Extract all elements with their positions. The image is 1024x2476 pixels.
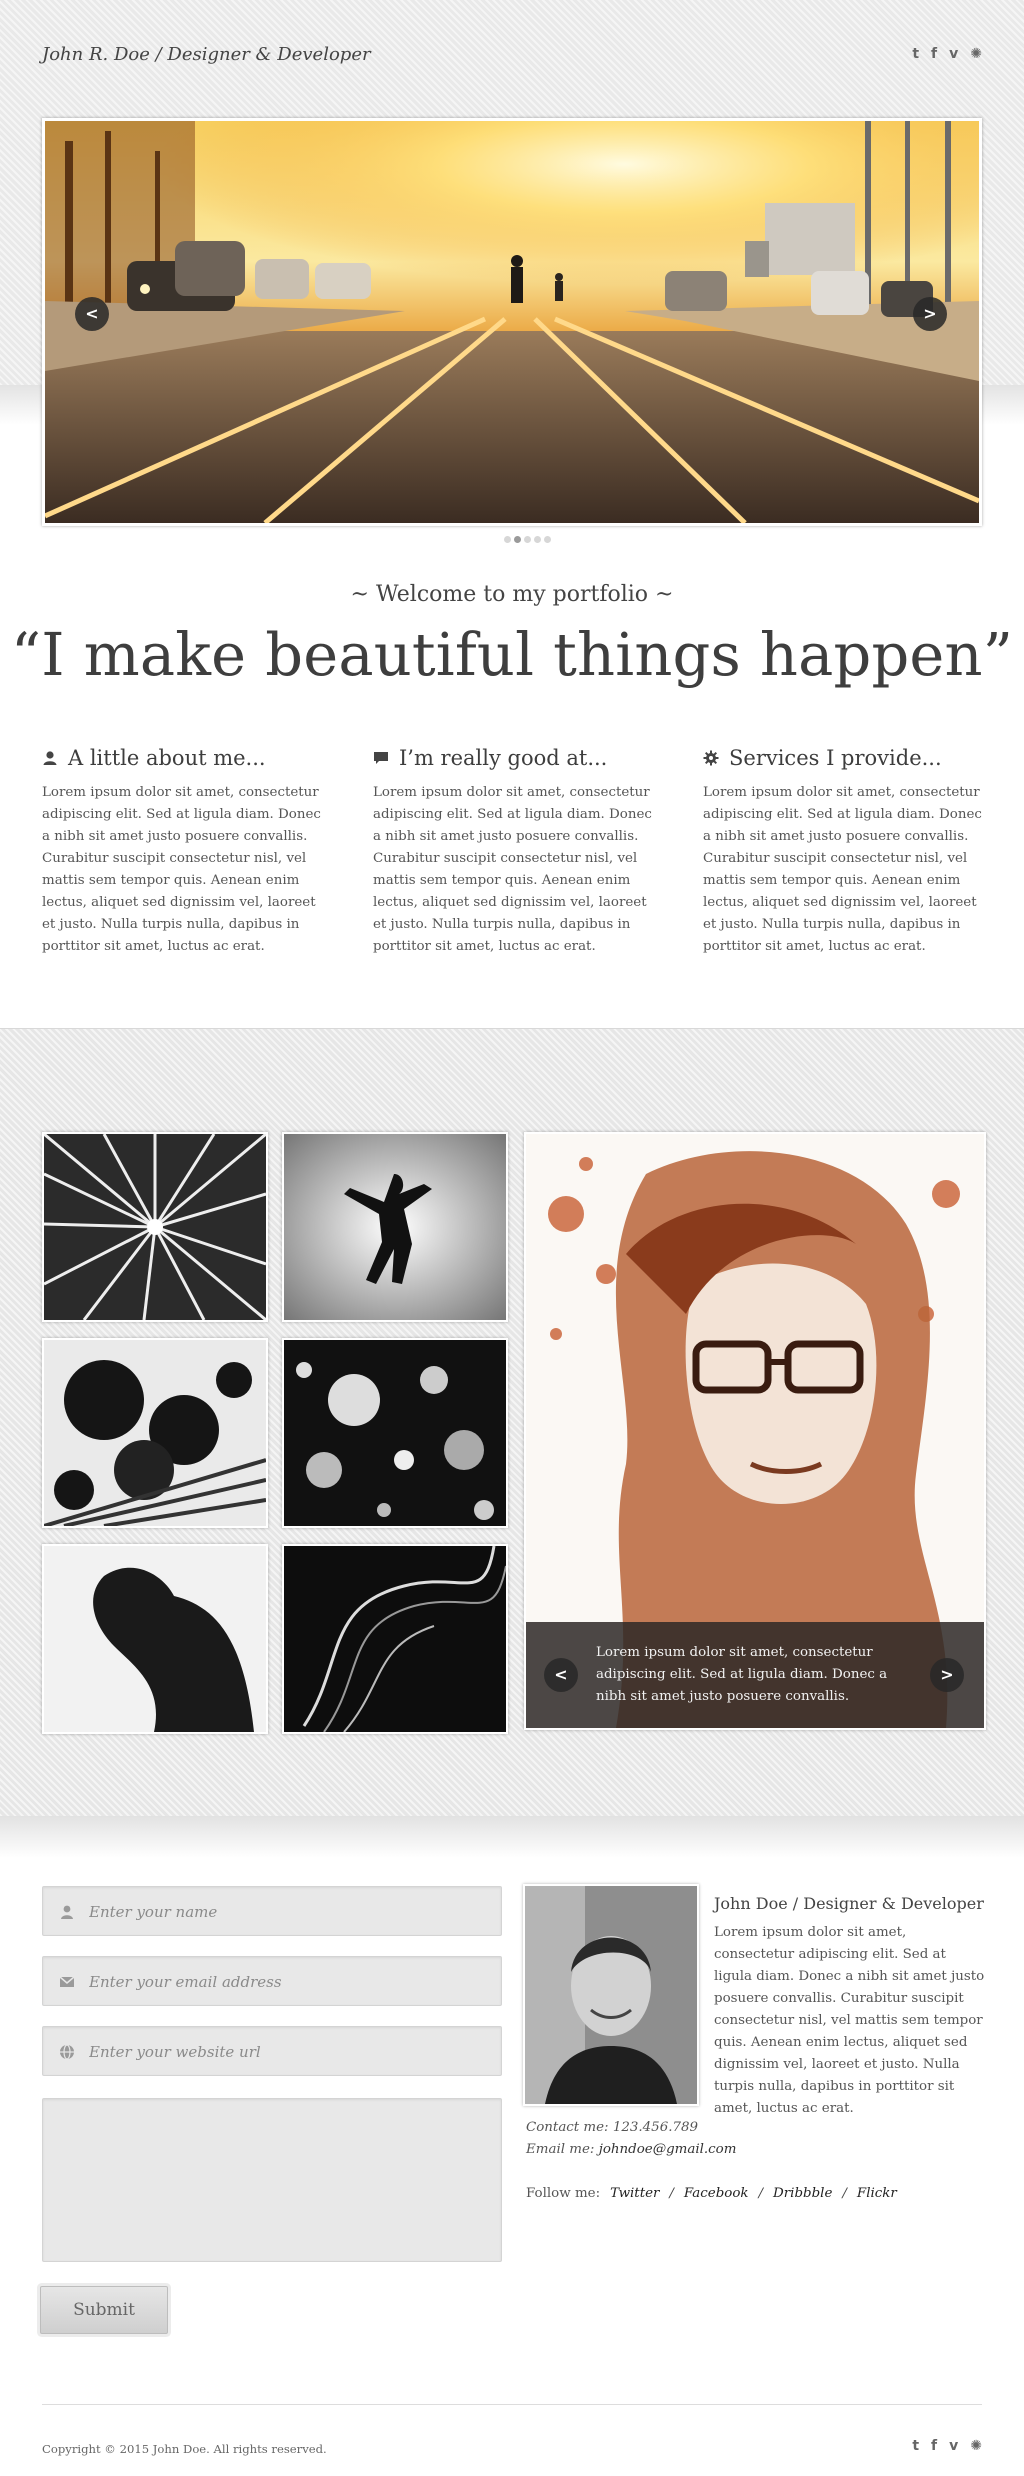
feature-next-button[interactable]: > [930, 1658, 964, 1692]
user-icon [61, 1905, 73, 1919]
hero-next-button[interactable]: > [913, 297, 947, 331]
column-text: Lorem ipsum dolor sit amet, consectetur … [42, 785, 321, 954]
follow-links: Follow me: Twitter / Facebook / Dribbble… [526, 2186, 897, 2201]
contact-phone-value: 123.456.789 [612, 2120, 699, 2135]
envelope-icon [59, 1976, 75, 1987]
name-field[interactable] [42, 1886, 502, 1937]
column-services: Services I provide... Lorem ipsum dolor … [703, 746, 985, 958]
email-field[interactable] [42, 1956, 502, 2007]
page-tagline: “I make beautiful things happen” [10, 620, 1014, 689]
column-title: Services I provide... [729, 746, 942, 770]
facebook-icon[interactable]: f [931, 46, 937, 62]
slider-dot[interactable] [524, 536, 531, 543]
facebook-icon[interactable]: f [931, 2438, 937, 2454]
dribbble-icon[interactable]: ✺ [970, 46, 982, 62]
dribbble-icon[interactable]: ✺ [970, 2438, 982, 2454]
slider-pagination [504, 536, 551, 543]
column-text: Lorem ipsum dolor sit amet, consectetur … [703, 785, 982, 954]
twitter-icon[interactable]: t [912, 2438, 919, 2454]
portfolio-thumb-lights[interactable] [282, 1544, 508, 1734]
separator: / [669, 2186, 674, 2201]
portfolio-thumb-bubbles[interactable] [282, 1338, 508, 1528]
column-text: Lorem ipsum dolor sit amet, consectetur … [373, 785, 652, 954]
welcome-text: ~ Welcome to my portfolio ~ [350, 582, 674, 607]
separator: / [842, 2186, 847, 2201]
email-input[interactable] [87, 1957, 491, 2007]
follow-link-dribbble[interactable]: Dribbble [773, 2186, 832, 2201]
column-title: A little about me... [68, 746, 266, 770]
submit-button[interactable]: Submit [40, 2286, 168, 2334]
header-social-links: t f v ✺ [912, 46, 982, 62]
feature-prev-button[interactable]: < [544, 1658, 578, 1692]
portfolio-thumb-figure[interactable] [42, 1544, 268, 1734]
name-input[interactable] [87, 1887, 491, 1937]
slider-dot[interactable] [544, 536, 551, 543]
follow-label: Follow me: [526, 2186, 601, 2201]
slider-dot[interactable] [514, 536, 521, 543]
portfolio-thumb-rays[interactable] [42, 1132, 268, 1322]
feature-caption-text: Lorem ipsum dolor sit amet, consectetur … [596, 1645, 888, 1704]
separator: / [758, 2186, 764, 2201]
contact-phone: Contact me: 123.456.789 [526, 2120, 698, 2135]
contact-email: Email me: johndoe@gmail.com [526, 2142, 736, 2157]
slider-dot[interactable] [504, 536, 511, 543]
portfolio-thumb-jump[interactable] [282, 1132, 508, 1322]
follow-link-flickr[interactable]: Flickr [857, 2186, 897, 2201]
copyright: Copyright © 2015 John Doe. All rights re… [42, 2442, 327, 2456]
contact-label: Contact me: [526, 2120, 609, 2135]
message-textarea[interactable] [42, 2098, 502, 2262]
column-about: A little about me... Lorem ipsum dolor s… [42, 746, 324, 958]
speech-bubble-icon [374, 752, 388, 764]
column-skills: I’m really good at... Lorem ipsum dolor … [373, 746, 655, 958]
hero-prev-button[interactable]: < [75, 297, 109, 331]
vimeo-icon[interactable]: v [949, 2438, 958, 2454]
hero-slider: < > [42, 118, 982, 526]
website-input[interactable] [87, 2027, 491, 2077]
footer-social-links: t f v ✺ [912, 2438, 982, 2454]
globe-icon [60, 2044, 74, 2060]
profile-bio: Lorem ipsum dolor sit amet, consectetur … [714, 1925, 985, 2116]
follow-link-facebook[interactable]: Facebook [684, 2186, 749, 2201]
portfolio-feature[interactable]: < Lorem ipsum dolor sit amet, consectetu… [524, 1132, 986, 1730]
site-logo[interactable]: John R. Doe / Designer & Developer [42, 44, 371, 65]
hero-image [45, 121, 979, 523]
twitter-icon[interactable]: t [912, 46, 919, 62]
profile-photo [523, 1884, 699, 2106]
email-label: Email me: [526, 2142, 595, 2157]
profile-title: John Doe / Designer & Developer [714, 1894, 984, 1913]
vimeo-icon[interactable]: v [949, 46, 958, 62]
slider-dot[interactable] [534, 536, 541, 543]
contact-email-link[interactable]: johndoe@gmail.com [599, 2142, 737, 2157]
gear-icon [703, 750, 719, 766]
column-title: I’m really good at... [399, 746, 608, 770]
website-field[interactable] [42, 2026, 502, 2077]
portfolio-thumb-splatter[interactable] [42, 1338, 268, 1528]
footer-divider [42, 2404, 982, 2405]
feature-caption: < Lorem ipsum dolor sit amet, consectetu… [526, 1622, 984, 1728]
follow-link-twitter[interactable]: Twitter [610, 2186, 659, 2201]
user-icon [43, 751, 57, 765]
